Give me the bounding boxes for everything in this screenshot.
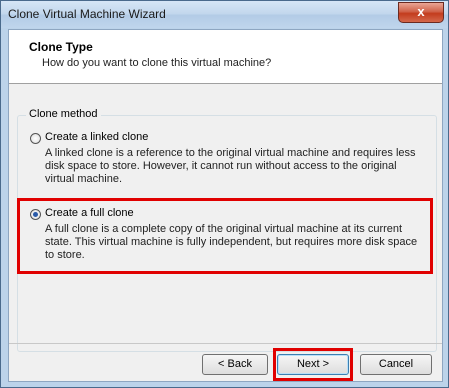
linked-clone-label[interactable]: Create a linked clone [45, 131, 148, 143]
close-button[interactable]: x [398, 2, 444, 23]
next-button-highlight-box [273, 348, 353, 381]
close-icon: x [417, 4, 425, 19]
clone-method-legend: Clone method [26, 108, 101, 120]
window-title: Clone Virtual Machine Wizard [8, 7, 166, 21]
wizard-header: Clone Type How do you want to clone this… [9, 30, 442, 84]
linked-clone-description: A linked clone is a reference to the ori… [45, 147, 416, 185]
wizard-client-area: Clone Type How do you want to clone this… [8, 29, 443, 382]
title-bar[interactable]: Clone Virtual Machine Wizard x [1, 1, 448, 28]
full-clone-highlight-box [17, 198, 433, 274]
back-button[interactable]: < Back [202, 354, 268, 375]
cancel-button[interactable]: Cancel [360, 354, 432, 375]
footer-separator [9, 343, 442, 344]
page-title: Clone Type [29, 40, 93, 54]
linked-clone-radio[interactable] [30, 133, 41, 144]
page-subtitle: How do you want to clone this virtual ma… [42, 57, 272, 69]
wizard-window: Clone Virtual Machine Wizard x Clone Typ… [0, 0, 449, 388]
